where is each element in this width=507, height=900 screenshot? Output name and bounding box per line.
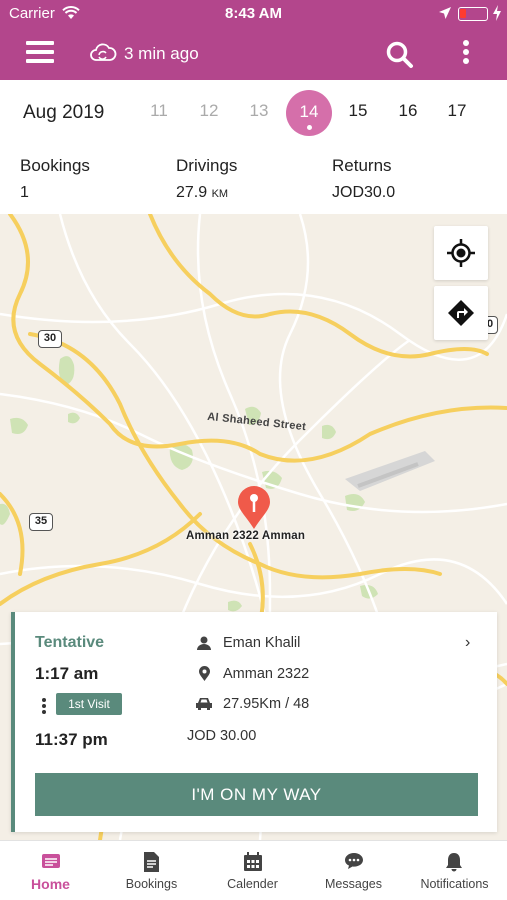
on-my-way-button[interactable]: I'M ON MY WAY (35, 773, 478, 816)
booking-amount: JOD 30.00 (187, 728, 257, 744)
day-12[interactable]: 12 (186, 101, 232, 121)
battery-icon (458, 7, 488, 21)
last-sync-label: 3 min ago (124, 44, 199, 63)
nav-notifications[interactable]: Notifications (404, 841, 505, 900)
home-icon (42, 854, 60, 868)
booking-card[interactable]: Tentative 1:17 am 1st Visit 11:37 pm Ema… (11, 612, 497, 832)
nav-bookings[interactable]: Bookings (101, 841, 202, 900)
my-location-button[interactable] (434, 226, 488, 280)
search-icon[interactable] (385, 40, 415, 75)
user-icon (197, 636, 211, 655)
route-35-shield: 35 (29, 513, 53, 531)
date-strip: Aug 2019 11 12 13 14 15 16 17 (0, 80, 507, 144)
drivings-number: 27.9 (176, 184, 208, 201)
menu-icon[interactable] (26, 41, 54, 65)
month-label[interactable]: Aug 2019 (23, 102, 104, 124)
clock: 8:43 AM (225, 5, 282, 22)
bookings-title: Bookings (20, 156, 90, 175)
charging-icon (492, 5, 502, 25)
stats-summary: Bookings 1 Drivings 27.9 KM Returns JOD3… (0, 144, 507, 214)
day-15[interactable]: 15 (335, 101, 381, 121)
day-13[interactable]: 13 (236, 101, 282, 121)
visit-badge: 1st Visit (56, 693, 122, 715)
status-bar: Carrier 8:43 AM (0, 0, 507, 28)
notifications-icon (446, 853, 462, 872)
start-time: 1:17 am (35, 664, 99, 683)
selected-day-label: 14 (299, 102, 319, 121)
event-dot (307, 125, 312, 130)
route-30-shield: 30 (38, 330, 62, 348)
returns-title: Returns (332, 156, 392, 175)
day-11[interactable]: 11 (136, 101, 182, 121)
day-16[interactable]: 16 (385, 101, 431, 121)
chevron-right-icon[interactable]: › (465, 634, 470, 652)
location-arrow-icon (438, 6, 452, 24)
returns-value: JOD30.0 (332, 184, 396, 201)
booking-location: Amman 2322 (223, 666, 310, 682)
calendar-icon (244, 852, 262, 871)
nav-home[interactable]: Home (0, 841, 101, 900)
drivings-unit: KM (211, 188, 229, 200)
my-location-icon (447, 239, 475, 267)
directions-icon (448, 300, 474, 326)
bookings-value: 1 (20, 184, 29, 201)
day-14-selected[interactable]: 14 (286, 90, 332, 136)
nav-home-label: Home (31, 876, 70, 892)
car-icon (195, 697, 213, 716)
nav-calendar-label: Calender (227, 877, 278, 891)
day-17[interactable]: 17 (434, 101, 480, 121)
messages-icon (345, 853, 363, 869)
nav-messages[interactable]: Messages (303, 841, 404, 900)
nav-messages-label: Messages (325, 877, 382, 891)
directions-button[interactable] (434, 286, 488, 340)
timeline-dots-icon (42, 698, 46, 716)
customer-name: Eman Khalil (223, 635, 301, 651)
distance-info: 27.95Km / 48 (223, 696, 310, 712)
map-marker-icon (199, 666, 210, 686)
nav-calendar[interactable]: Calender (202, 841, 303, 900)
nav-notifications-label: Notifications (420, 877, 489, 891)
booking-status: Tentative (35, 634, 105, 651)
battery-level (460, 9, 466, 18)
drivings-title: Drivings (176, 156, 238, 175)
pin-label: Amman 2322 Amman (186, 530, 306, 542)
more-vertical-icon[interactable] (460, 40, 472, 66)
app-bar: 3 min ago (0, 28, 507, 80)
bookings-icon (144, 852, 159, 872)
bottom-nav: Home Bookings Calender Messages Notifica… (0, 840, 507, 900)
nav-bookings-label: Bookings (125, 877, 178, 891)
cloud-sync-icon[interactable] (89, 42, 117, 69)
drivings-value: 27.9 KM (176, 184, 228, 202)
end-time: 11:37 pm (35, 730, 108, 749)
